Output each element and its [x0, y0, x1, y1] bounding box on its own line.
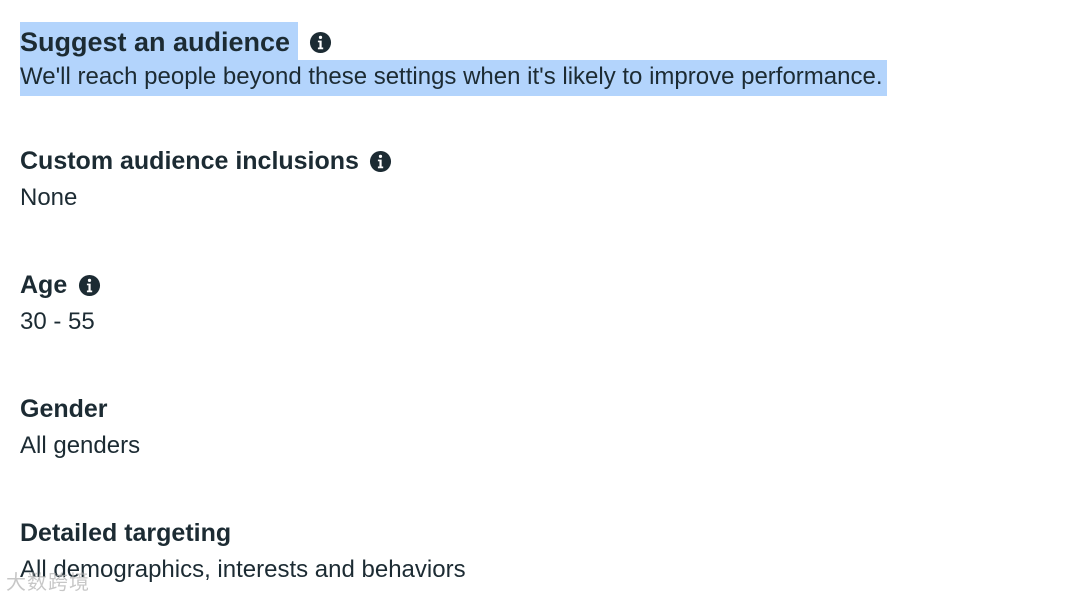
gender-title: Gender	[20, 395, 108, 423]
detailed-targeting-title: Detailed targeting	[20, 519, 232, 547]
age-header: Age	[20, 265, 101, 305]
gender-section: Gender All genders	[20, 389, 140, 463]
age-value: 30 - 55	[20, 308, 95, 335]
gender-value: All genders	[20, 432, 141, 459]
suggest-audience-title: Suggest an audience	[20, 22, 299, 62]
detailed-targeting-section: Detailed targeting All demographics, int…	[20, 513, 466, 587]
suggest-audience-section: Suggest an audience We'll reach people b…	[20, 22, 887, 96]
custom-audience-title: Custom audience inclusions	[20, 147, 359, 175]
detailed-targeting-value: All demographics, interests and behavior…	[20, 556, 466, 583]
detailed-targeting-header: Detailed targeting	[20, 513, 466, 553]
info-circle-icon[interactable]	[77, 273, 101, 297]
custom-audience-header: Custom audience inclusions	[20, 141, 393, 181]
suggest-audience-header: Suggest an audience	[20, 22, 887, 62]
age-section: Age 30 - 55	[20, 265, 101, 339]
info-circle-icon[interactable]	[308, 30, 332, 54]
info-circle-icon[interactable]	[369, 149, 393, 173]
age-title: Age	[20, 271, 68, 299]
gender-header: Gender	[20, 389, 140, 429]
suggest-audience-description: We'll reach people beyond these settings…	[20, 60, 887, 96]
custom-audience-value: None	[20, 184, 78, 211]
custom-audience-section: Custom audience inclusions None	[20, 141, 393, 215]
